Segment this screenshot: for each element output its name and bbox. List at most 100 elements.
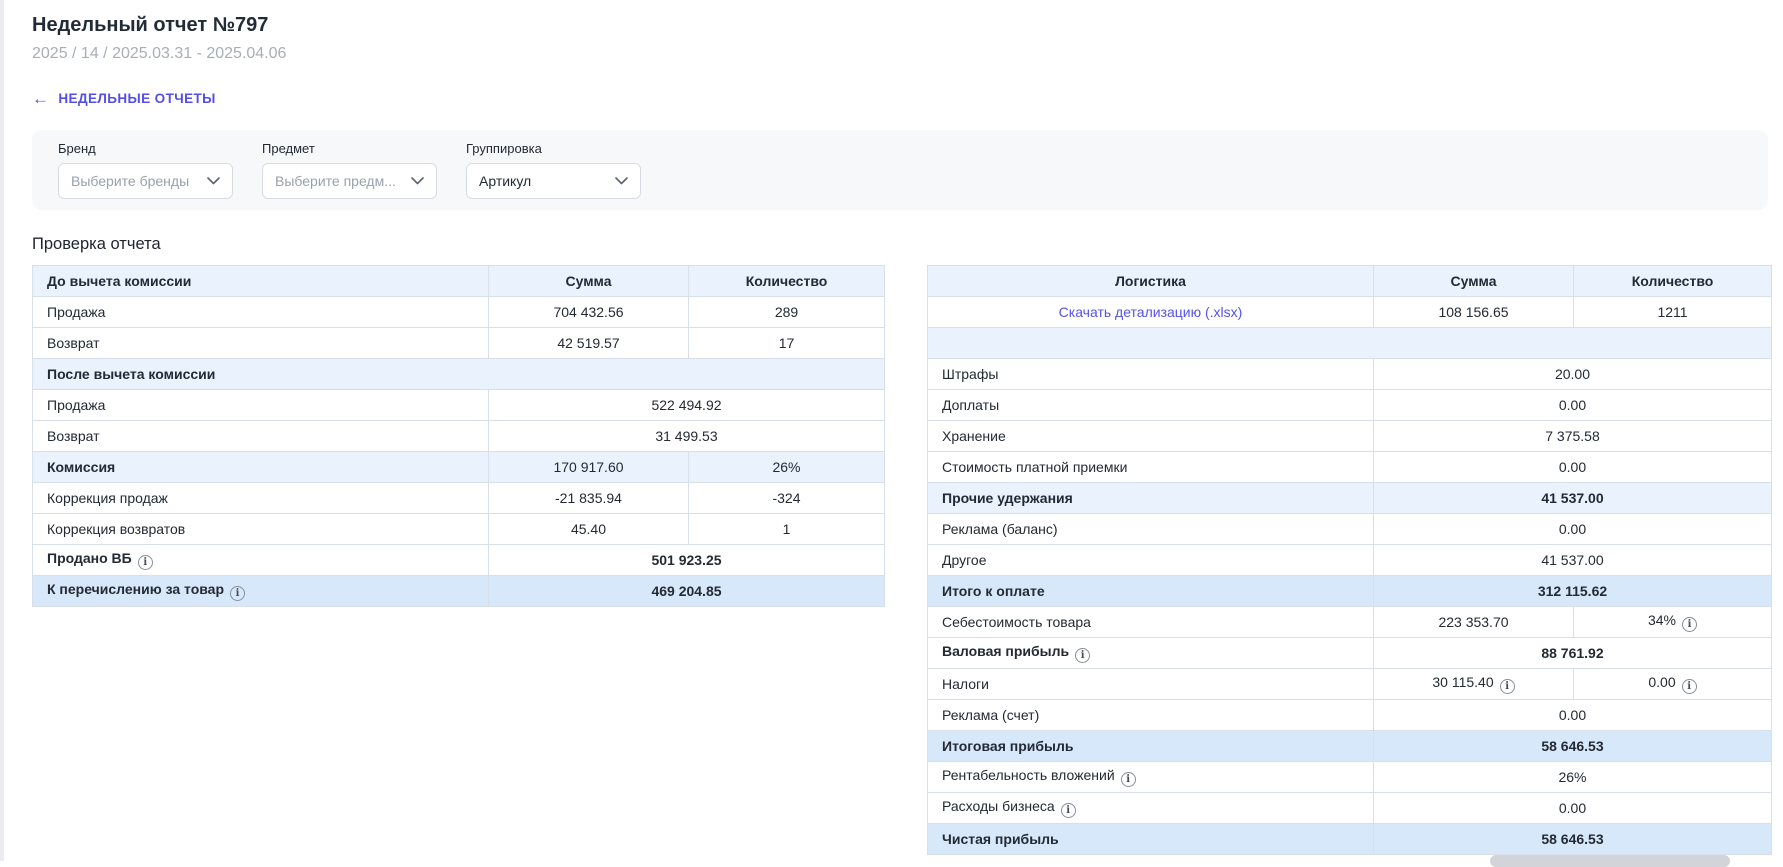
row-value: 31 499.53 — [489, 421, 885, 452]
row-label-text: Прочие удержания — [942, 490, 1073, 506]
row-value: 289 — [689, 297, 885, 328]
table-row: Возврат31 499.53 — [33, 421, 885, 452]
table-row: Реклама (счет)0.00 — [928, 700, 1772, 731]
row-value: 108 156.65 — [1374, 297, 1574, 328]
table-row: Комиссия170 917.6026% — [33, 452, 885, 483]
row-value: 170 917.60 — [489, 452, 689, 483]
info-icon[interactable]: i — [1075, 648, 1090, 663]
row-value-text: 58 646.53 — [1541, 738, 1603, 754]
row-value: 42 519.57 — [489, 328, 689, 359]
row-label-text: Хранение — [942, 428, 1006, 444]
row-label: Валовая прибыльi — [928, 638, 1374, 669]
row-label-text: Возврат — [47, 335, 100, 351]
table-row: Чистая прибыль 58 646.53 — [928, 824, 1772, 855]
row-label: Продано ВБi — [33, 545, 489, 576]
column-header-section: До вычета комиссии — [33, 266, 489, 297]
report-check-heading: Проверка отчета — [32, 235, 1783, 254]
table-row: Итоговая прибыль58 646.53 — [928, 731, 1772, 762]
info-icon[interactable]: i — [230, 586, 245, 601]
row-value-text: 522 494.92 — [651, 397, 721, 413]
row-value-text: 58 646.53 — [1541, 831, 1603, 847]
row-label: Реклама (баланс) — [928, 514, 1374, 545]
subject-filter-group: Предмет Выберите предм... — [262, 141, 437, 210]
row-value-text: 223 353.70 — [1438, 614, 1508, 630]
table-row: Другое 41 537.00 — [928, 545, 1772, 576]
row-value-text: 17 — [779, 335, 795, 351]
row-label: Чистая прибыль — [928, 824, 1374, 855]
row-value-text: 41 537.00 — [1541, 552, 1603, 568]
row-value: 41 537.00 — [1374, 545, 1772, 576]
row-value: 7 375.58 — [1374, 421, 1772, 452]
row-label: Коррекция продаж — [33, 483, 489, 514]
row-value: 45.40 — [489, 514, 689, 545]
row-value-text: 30 115.40 — [1432, 674, 1493, 690]
row-value-text: 312 115.62 — [1538, 583, 1607, 599]
row-value: 0.00 — [1374, 514, 1772, 545]
table-row: Стоимость платной приемки0.00 — [928, 452, 1772, 483]
row-value-text: 469 204.85 — [651, 583, 721, 599]
table-row: Возврат 42 519.57 17 — [33, 328, 885, 359]
table-row: Продано ВБi501 923.25 — [33, 545, 885, 576]
row-value-text: 34% — [1648, 612, 1676, 628]
table-row: К перечислению за товар i 469 204.85 — [33, 576, 885, 607]
chevron-down-icon — [615, 177, 628, 185]
row-label: Возврат — [33, 328, 489, 359]
column-header-section: Логистика — [928, 266, 1374, 297]
table-row: Штрафы20.00 — [928, 359, 1772, 390]
row-value-text: 26% — [772, 459, 800, 475]
left-arrow-icon: ← — [32, 90, 49, 107]
row-label-text: Другое — [942, 552, 986, 568]
row-value: 0.00i — [1574, 669, 1772, 700]
info-icon[interactable]: i — [1682, 617, 1697, 632]
row-value: -21 835.94 — [489, 483, 689, 514]
row-label-text: К перечислению за товар — [47, 581, 224, 597]
row-label: Штрафы — [928, 359, 1374, 390]
row-value-text: -21 835.94 — [555, 490, 622, 506]
download-detail-link[interactable]: Скачать детализацию (.xlsx) — [1059, 304, 1243, 320]
row-label: Продажа — [33, 297, 489, 328]
column-header-qty: Количество — [689, 266, 885, 297]
commission-table: До вычета комиссии Сумма Количество Прод… — [32, 265, 885, 607]
row-label: Возврат — [33, 421, 489, 452]
row-value: 223 353.70 — [1374, 607, 1574, 638]
table-row: Рентабельность вложенийi26% — [928, 762, 1772, 793]
brand-filter-group: Бренд Выберите бренды — [58, 141, 233, 210]
back-to-weekly-reports-link[interactable]: ← НЕДЕЛЬНЫЕ ОТЧЕТЫ — [32, 90, 216, 107]
row-value-text: 1 — [783, 521, 791, 537]
page-left-edge-strip — [0, 0, 4, 861]
row-label-text: После вычета комиссии — [47, 366, 215, 382]
row-label-text: Продажа — [47, 397, 105, 413]
row-label: Продажа — [33, 390, 489, 421]
row-label: После вычета комиссии — [33, 359, 885, 390]
table-row: Коррекция продаж-21 835.94-324 — [33, 483, 885, 514]
row-label: Коррекция возвратов — [33, 514, 489, 545]
brand-select[interactable]: Выберите бренды — [58, 163, 233, 199]
table-row: Себестоимость товара223 353.7034%i — [928, 607, 1772, 638]
table-row: Скачать детализацию (.xlsx) 108 156.65 121… — [928, 297, 1772, 328]
download-link-cell: Скачать детализацию (.xlsx) — [928, 297, 1374, 328]
grouping-select[interactable]: Артикул — [466, 163, 641, 199]
info-icon[interactable]: i — [1682, 679, 1697, 694]
horizontal-scrollbar-thumb[interactable] — [1490, 855, 1730, 867]
row-label-text: Итого к оплате — [942, 583, 1045, 599]
row-label: Реклама (счет) — [928, 700, 1374, 731]
table-row: Продажа704 432.56289 — [33, 297, 885, 328]
row-value-text: 108 156.65 — [1438, 304, 1508, 320]
row-value-text: 42 519.57 — [557, 335, 619, 351]
row-label-text: Чистая прибыль — [942, 831, 1059, 847]
info-icon[interactable]: i — [1500, 679, 1515, 694]
info-icon[interactable]: i — [1061, 803, 1076, 818]
row-value: 1211 — [1574, 297, 1772, 328]
subject-select[interactable]: Выберите предм... — [262, 163, 437, 199]
logistics-table: Логистика Сумма Количество Скачать детал… — [927, 265, 1772, 855]
row-value-text: 0.00 — [1559, 397, 1586, 413]
row-value: 1 — [689, 514, 885, 545]
row-value-text: 0.00 — [1559, 459, 1586, 475]
info-icon[interactable]: i — [138, 555, 153, 570]
report-tables: До вычета комиссии Сумма Количество Прод… — [32, 265, 1783, 855]
row-label-text: Коррекция продаж — [47, 490, 168, 506]
row-label-text: Реклама (счет) — [942, 707, 1039, 723]
info-icon[interactable]: i — [1121, 772, 1136, 787]
row-value: 58 646.53 — [1374, 731, 1772, 762]
row-label-text: Коррекция возвратов — [47, 521, 185, 537]
